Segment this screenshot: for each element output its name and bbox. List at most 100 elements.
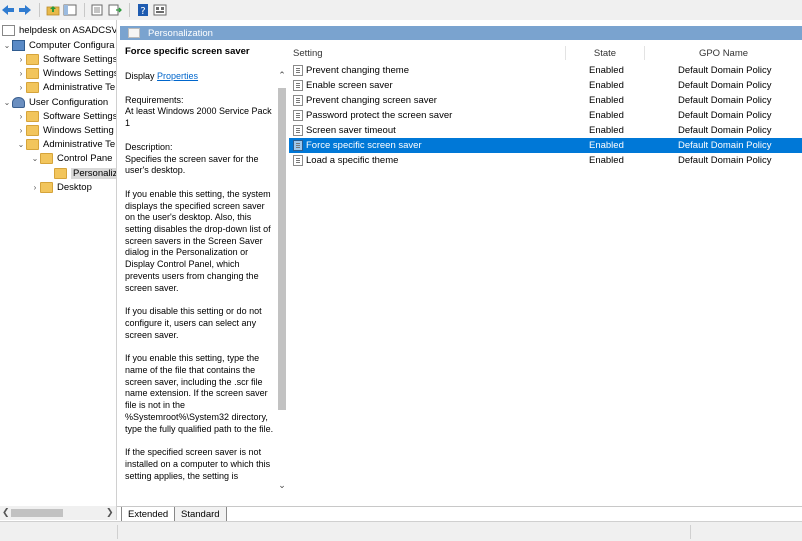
tree-item-label: Windows Settings [43,67,117,79]
chevron-right-icon[interactable]: › [16,126,26,135]
setting-name: Prevent changing theme [306,65,409,76]
toolbar-separator [129,3,130,17]
policy-setting-icon [293,125,303,136]
display-properties-line: Display Properties [125,71,275,83]
svg-text:?: ? [140,6,145,16]
table-row[interactable]: Password protect the screen saver Enable… [289,108,802,123]
tree-item-uc-software-settings[interactable]: › Software Settings [16,109,117,123]
folder-icon [54,167,67,179]
policy-setting-icon [293,95,303,106]
display-label: Display [125,71,155,81]
folder-icon [26,81,39,93]
folder-icon [26,138,39,150]
chevron-right-icon[interactable]: › [16,69,26,78]
folder-icon [26,67,39,79]
description-paragraph: If the specified screen saver is not ins… [125,447,271,481]
scrollbar-thumb[interactable] [278,88,286,410]
tree-item-label: helpdesk on ASADCSVR [19,24,117,36]
chevron-right-icon[interactable]: › [16,55,26,64]
policy-setting-icon [293,110,303,121]
tree-item-personalization[interactable]: Personaliz [54,166,116,180]
scrollbar-thumb[interactable] [11,509,63,517]
setting-title: Force specific screen saver [125,46,250,57]
table-row[interactable]: Enable screen saver Enabled Default Doma… [289,78,802,93]
column-header-gpo-name[interactable]: GPO Name [645,46,802,60]
tab-extended[interactable]: Extended [121,507,176,521]
scroll-right-icon[interactable]: ❯ [106,507,114,518]
chevron-right-icon[interactable]: › [16,112,26,121]
chevron-down-icon[interactable]: ⌄ [16,140,26,149]
setting-gpo-name: Default Domain Policy [678,65,772,76]
policy-document-icon [2,24,15,36]
toolbar: ? [0,0,802,20]
tree-horizontal-scrollbar[interactable]: ❮ ❯ [0,506,117,520]
back-icon[interactable] [0,2,16,18]
status-bar [0,521,802,541]
setting-state: Enabled [589,95,624,106]
folder-icon [26,110,39,122]
tree-item-uc-windows-settings[interactable]: › Windows Setting [16,123,114,137]
requirements-label: Requirements: [125,94,184,105]
help-icon[interactable]: ? [135,2,151,18]
description-vertical-scrollbar[interactable]: ⌃ ⌄ [276,66,288,498]
table-row[interactable]: Prevent changing theme Enabled Default D… [289,63,802,78]
table-row[interactable]: Load a specific theme Enabled Default Do… [289,153,802,168]
tree-item-label: Software Settings [43,110,117,122]
policy-setting-icon [293,65,303,76]
chevron-down-icon[interactable]: ⌄ [2,41,12,50]
policy-setting-icon [293,140,303,151]
column-header-setting[interactable]: Setting [289,46,566,60]
tree-item-control-panel[interactable]: ⌄ Control Pane [30,151,112,165]
view-tabs: Extended Standard [117,506,802,521]
folder-icon [40,181,53,193]
folder-icon [26,124,39,136]
chevron-down-icon[interactable]: ⌄ [30,154,40,163]
up-folder-icon[interactable] [45,2,61,18]
user-icon [12,96,25,108]
tree-item-desktop[interactable]: › Desktop [30,180,92,194]
chevron-right-icon[interactable]: › [30,183,40,192]
description-text: Specifies the screen saver for the user'… [125,153,259,176]
scroll-left-icon[interactable]: ❮ [2,507,10,518]
chevron-right-icon[interactable]: › [16,83,26,92]
properties-icon[interactable] [152,2,168,18]
table-row-selected[interactable]: Force specific screen saver Enabled Defa… [289,138,802,153]
properties-link[interactable]: Properties [157,71,198,81]
tree-item-uc-administrative-templates[interactable]: ⌄ Administrative Te [16,137,115,151]
tree-item-cc-windows-settings[interactable]: › Windows Settings [16,66,117,80]
forward-icon[interactable] [17,2,33,18]
pane-header: Personalization [120,26,802,40]
policy-setting-icon [293,80,303,91]
folder-icon [26,53,39,65]
scroll-up-icon[interactable]: ⌃ [276,70,288,82]
setting-state: Enabled [589,140,624,151]
setting-state: Enabled [589,110,624,121]
filter-icon[interactable] [107,2,123,18]
export-list-icon[interactable] [90,2,106,18]
column-header-state[interactable]: State [566,46,645,60]
tree-item-root[interactable]: helpdesk on ASADCSVR [2,23,117,37]
setting-name: Prevent changing screen saver [306,95,437,106]
description-label: Description: [125,141,173,152]
tree-item-label: Control Pane [57,152,113,164]
tree-item-user-configuration[interactable]: ⌄ User Configuration [2,95,108,109]
tree-item-computer-configuration[interactable]: ⌄ Computer Configura [2,38,115,52]
setting-name: Password protect the screen saver [306,110,453,121]
tree-item-label: Administrative Te [43,81,116,93]
setting-gpo-name: Default Domain Policy [678,155,772,166]
chevron-down-icon[interactable]: ⌄ [2,98,12,107]
table-row[interactable]: Prevent changing screen saver Enabled De… [289,93,802,108]
pane-header-title: Personalization [148,27,213,39]
folder-icon [40,152,53,164]
tree-item-cc-administrative-templates[interactable]: › Administrative Te [16,80,115,94]
tree-item-label: Personaliz [71,167,116,179]
show-hide-tree-icon[interactable] [62,2,78,18]
toolbar-separator [39,3,40,17]
scroll-down-icon[interactable]: ⌄ [276,480,288,492]
table-row[interactable]: Screen saver timeout Enabled Default Dom… [289,123,802,138]
tab-standard[interactable]: Standard [175,507,227,521]
policy-setting-icon [293,155,303,166]
tree-item-label: Software Settings [43,53,117,65]
tree-item-label: Administrative Te [43,138,116,150]
tree-item-cc-software-settings[interactable]: › Software Settings [16,52,117,66]
